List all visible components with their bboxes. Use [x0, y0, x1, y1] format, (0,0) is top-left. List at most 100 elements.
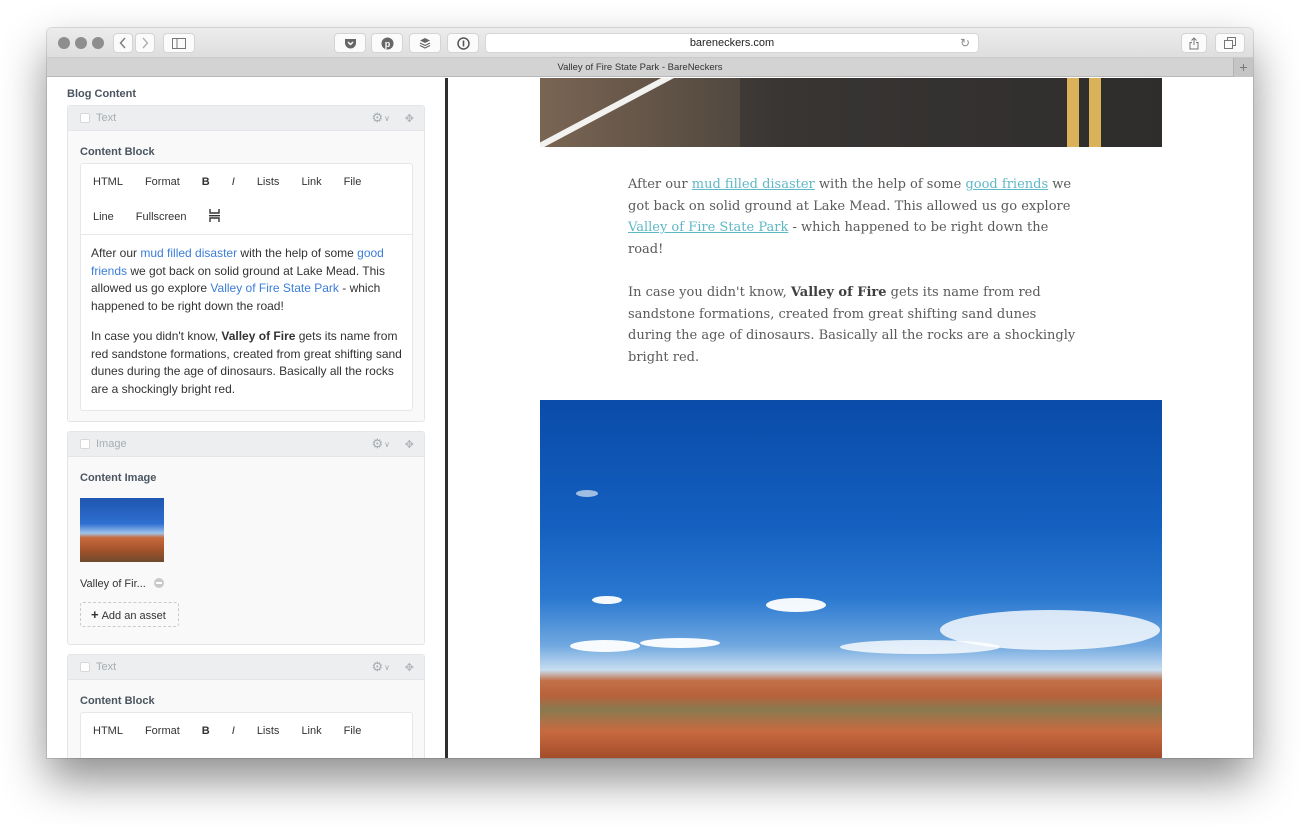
block-settings-button[interactable]: ⚙∨: [371, 111, 390, 125]
lists-button[interactable]: Lists: [257, 176, 280, 188]
rich-text-editor: HTML Format B I Lists Link File Line Ful…: [80, 163, 413, 411]
asset-thumbnail[interactable]: [80, 498, 164, 562]
text-run: with the help of some: [237, 246, 358, 260]
field-label: Content Block: [80, 695, 155, 707]
text-run: After our: [628, 177, 692, 192]
cloud: [576, 490, 598, 497]
close-window-button[interactable]: [58, 37, 70, 49]
field-label: Content Image: [80, 472, 157, 484]
asset-item: Valley of Fir...: [80, 578, 164, 590]
buffer-icon: [419, 38, 431, 49]
editor-paragraph: After our mud filled disaster with the h…: [91, 245, 402, 315]
line-button[interactable]: Line: [93, 211, 114, 223]
url-text: bareneckers.com: [689, 37, 775, 49]
page-break-icon: [208, 208, 220, 222]
text-block: Text ⚙∨ ✥ Content Block HTML Format B I …: [67, 105, 425, 422]
chevron-down-icon: ∨: [384, 663, 390, 673]
cloud: [766, 598, 826, 612]
editor-toolbar: HTML Format B I Lists Link File Line Ful…: [81, 164, 412, 235]
gear-icon: ⚙: [371, 436, 384, 451]
new-tab-icon: +: [1239, 59, 1248, 75]
zoom-window-button[interactable]: [92, 37, 104, 49]
block-header: Text ⚙∨ ✥: [68, 106, 424, 131]
image-block: Image ⚙∨ ✥ Content Image Valley of Fir..…: [67, 431, 425, 645]
reload-icon[interactable]: ↻: [960, 34, 970, 52]
pinterest-button[interactable]: p: [371, 33, 403, 53]
html-button[interactable]: HTML: [93, 725, 123, 737]
minimize-window-button[interactable]: [75, 37, 87, 49]
remove-asset-icon[interactable]: [153, 578, 164, 588]
live-preview-pane: After our mud filled disaster with the h…: [448, 78, 1253, 758]
active-tab[interactable]: Valley of Fire State Park - BareNeckers: [47, 58, 1233, 77]
gear-icon: ⚙: [371, 110, 384, 125]
sidebar-icon: [172, 37, 186, 49]
block-select-checkbox[interactable]: [80, 113, 90, 123]
move-handle-icon[interactable]: ✥: [405, 438, 414, 451]
article-paragraph: After our mud filled disaster with the h…: [628, 174, 1078, 261]
tab-bar: Valley of Fire State Park - BareNeckers …: [47, 58, 1253, 77]
link-mud-filled-disaster[interactable]: mud filled disaster: [140, 246, 237, 260]
text-run: In case you didn't know,: [91, 329, 222, 343]
buffer-button[interactable]: [409, 33, 441, 53]
block-type-label: Image: [96, 438, 127, 450]
road-photo: [540, 78, 1162, 147]
link-button[interactable]: Link: [301, 176, 321, 188]
block-settings-button[interactable]: ⚙∨: [371, 437, 390, 451]
svg-text:p: p: [384, 39, 390, 49]
browser-window: p bareneckers.com ↻ Valley of Fire State…: [47, 28, 1253, 758]
block-type-label: Text: [96, 112, 117, 124]
forward-icon: [142, 37, 149, 49]
fullscreen-button[interactable]: Fullscreen: [136, 211, 187, 223]
share-icon: [1189, 36, 1199, 49]
share-button[interactable]: [1181, 33, 1207, 53]
html-button[interactable]: HTML: [93, 176, 123, 188]
pocket-button[interactable]: [334, 33, 366, 53]
italic-button[interactable]: I: [232, 176, 235, 188]
file-button[interactable]: File: [344, 176, 362, 188]
back-button[interactable]: [113, 33, 133, 53]
format-button[interactable]: Format: [145, 725, 180, 737]
move-handle-icon[interactable]: ✥: [405, 112, 414, 125]
bold-text: Valley of Fire: [221, 329, 296, 343]
section-title: Blog Content: [67, 88, 137, 100]
browser-toolbar: p bareneckers.com ↻: [47, 28, 1253, 58]
show-tabs-button[interactable]: [1215, 33, 1245, 53]
article-body: After our mud filled disaster with the h…: [628, 174, 1078, 390]
editor-body[interactable]: After our mud filled disaster with the h…: [81, 235, 412, 408]
address-bar[interactable]: bareneckers.com ↻: [485, 33, 979, 53]
link-good-friends[interactable]: good friends: [965, 177, 1048, 192]
rich-text-editor: HTML Format B I Lists Link File: [80, 712, 413, 758]
link-valley-of-fire[interactable]: Valley of Fire State Park: [210, 281, 339, 295]
bold-button[interactable]: B: [202, 725, 210, 737]
bold-button[interactable]: B: [202, 176, 210, 188]
cloud: [840, 640, 1000, 654]
lists-button[interactable]: Lists: [257, 725, 280, 737]
link-button[interactable]: Link: [301, 725, 321, 737]
field-label: Content Block: [80, 146, 155, 158]
link-mud-filled-disaster[interactable]: mud filled disaster: [692, 177, 815, 192]
gear-icon: ⚙: [371, 659, 384, 674]
onepassword-icon: [456, 36, 470, 50]
file-button[interactable]: File: [344, 725, 362, 737]
chevron-down-icon: ∨: [384, 440, 390, 450]
italic-button[interactable]: I: [232, 725, 235, 737]
block-header: Image ⚙∨ ✥: [68, 432, 424, 457]
add-asset-button[interactable]: + Add an asset: [80, 602, 179, 627]
new-tab-button[interactable]: +: [1233, 58, 1253, 77]
editor-paragraph: In case you didn't know, Valley of Fire …: [91, 328, 402, 398]
forward-button[interactable]: [135, 33, 155, 53]
text-block: Text ⚙∨ ✥ Content Block HTML Format B I …: [67, 654, 425, 758]
format-button[interactable]: Format: [145, 176, 180, 188]
pocket-icon: [344, 38, 356, 48]
link-valley-of-fire[interactable]: Valley of Fire State Park: [628, 220, 788, 235]
text-run: After our: [91, 246, 141, 260]
sidebar-button[interactable]: [163, 33, 195, 53]
move-handle-icon[interactable]: ✥: [405, 661, 414, 674]
page-break-button[interactable]: [208, 208, 220, 225]
valley-of-fire-photo: [540, 400, 1162, 758]
block-settings-button[interactable]: ⚙∨: [371, 660, 390, 674]
block-select-checkbox[interactable]: [80, 439, 90, 449]
onepassword-button[interactable]: [447, 33, 479, 53]
block-select-checkbox[interactable]: [80, 662, 90, 672]
add-asset-label: Add an asset: [101, 610, 166, 622]
